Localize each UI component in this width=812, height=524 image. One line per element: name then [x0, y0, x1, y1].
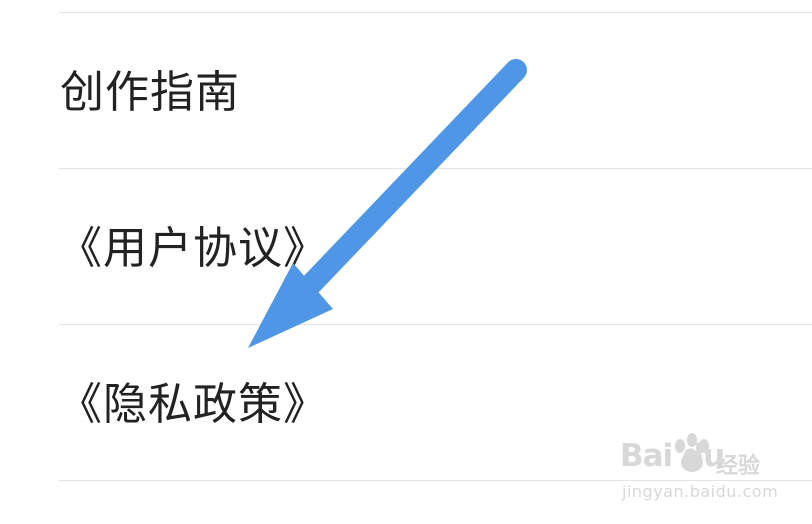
watermark-product: 经验 [716, 454, 761, 479]
watermark-brand: Bai du [620, 438, 725, 474]
menu-item-user-agreement[interactable]: 《用户协议》 [0, 169, 812, 324]
menu-item-label: 创作指南 [60, 67, 240, 118]
watermark: Bai du 经验 jingyan.baidu.com [620, 432, 800, 512]
menu-item-creation-guide[interactable]: 创作指南 [0, 13, 812, 168]
menu-item-label: 《用户协议》 [58, 223, 328, 274]
watermark-url: jingyan.baidu.com [622, 482, 779, 501]
menu-item-label: 《隐私政策》 [58, 379, 328, 430]
settings-page: 创作指南 《用户协议》 《隐私政策》 Bai du 经验 jingyan.bai… [0, 0, 812, 524]
